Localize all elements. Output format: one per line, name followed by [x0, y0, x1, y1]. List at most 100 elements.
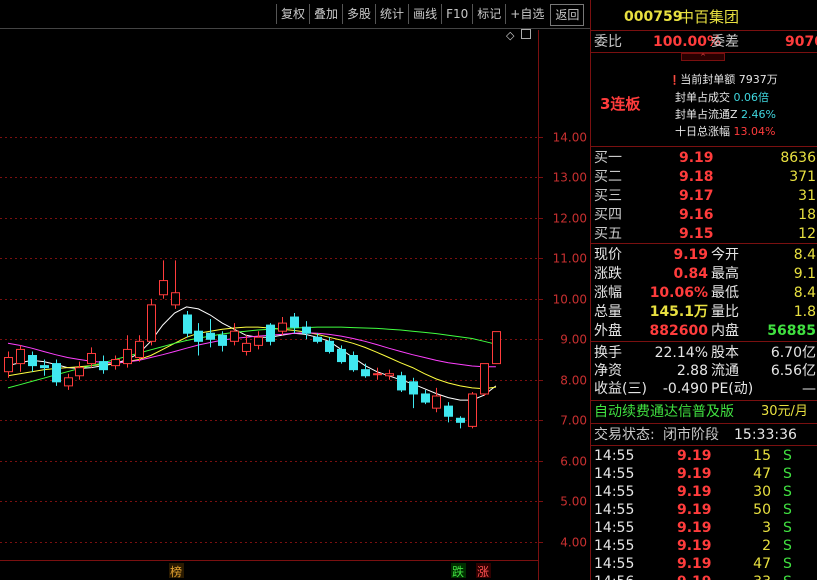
candle-body: [183, 314, 192, 334]
candle-body: [171, 292, 180, 306]
zuigao-value: 9.1: [793, 266, 816, 282]
liutong-label: 流通: [711, 363, 739, 379]
candle-body: [99, 361, 108, 371]
seal-float-row: 封单占流通Z 2.46%: [675, 108, 776, 121]
chart-toolbar: 复权 叠加 多股 统计 画线 F10 标记 +自选 返回: [276, 4, 585, 26]
zuidi-value: 8.4: [793, 285, 816, 301]
price-axis: 14.00 13.00 12.00 11.00 10.00 9.00 8.00 7.00 6.0…: [538, 131, 587, 550]
subscription-ad[interactable]: 自动续费通达信普及版 30元/月: [591, 402, 817, 422]
jinkai-value: 8.4: [793, 247, 816, 263]
candle-body: [206, 332, 215, 340]
bid-price: 9.19: [679, 150, 714, 166]
kline-chart-area[interactable]: 14.00 13.00 12.00 11.00 10.00 9.00 8.00 7.00 6.0…: [0, 0, 590, 580]
candle-body: [159, 280, 168, 296]
bid-volume: 12: [798, 226, 816, 242]
tick-time: 14:56: [594, 573, 634, 580]
quote-panel: 000759 中百集团 委比 100.00% 委差 9070 ^ 3连板 ❗当前…: [590, 0, 817, 580]
candle-body: [432, 395, 441, 409]
flame-icon: ❗: [669, 76, 681, 86]
tick-volume: 3: [762, 520, 771, 536]
overlay-button[interactable]: 叠加: [309, 4, 342, 24]
bid-volume: 371: [789, 169, 816, 185]
back-button[interactable]: 返回: [550, 4, 585, 26]
event-marker: 跌: [452, 564, 464, 579]
xianjia-value: 9.19: [673, 247, 708, 263]
tick-side: S: [783, 573, 792, 580]
collapse-icon[interactable]: [521, 29, 531, 39]
tick-time: 14:55: [594, 520, 635, 536]
expand-toggle[interactable]: ^: [681, 53, 725, 61]
multi-stock-button[interactable]: 多股: [342, 4, 375, 24]
f10-button[interactable]: F10: [441, 4, 472, 24]
candle-body: [278, 322, 287, 332]
jingzi-value: 2.88: [676, 363, 708, 379]
candle-body: [254, 336, 263, 346]
candle: [361, 363, 370, 378]
candle: [242, 335, 251, 356]
chart-grid: [0, 28, 590, 580]
candle-body: [266, 324, 275, 342]
diamond-icon[interactable]: ◇: [506, 29, 514, 42]
candle-body: [40, 365, 49, 369]
quote-row: 总量 145.1万 量比 1.8: [591, 303, 817, 321]
bid-row: 买四 9.16 18: [591, 206, 817, 224]
bid-label: 买四: [594, 207, 622, 223]
bid-row: 买一 9.19 8636: [591, 149, 817, 167]
y-tick-label: 10.00: [553, 293, 587, 307]
ma20-line: [7, 332, 496, 368]
tick-volume: 30: [753, 484, 771, 500]
candle: [52, 359, 61, 386]
zhangfu-label: 涨幅: [594, 285, 622, 301]
ad-text[interactable]: 自动续费通达信普及版: [594, 402, 734, 422]
guben-value: 6.70亿: [770, 345, 816, 361]
stock-code: 000759: [624, 9, 683, 25]
event-marker: 榜: [170, 564, 182, 579]
candle-body: [492, 331, 501, 365]
candle-body: [52, 363, 61, 383]
zhangdie-value: 0.84: [673, 266, 708, 282]
candle: [230, 323, 239, 346]
stock-header: 000759 中百集团: [591, 7, 817, 27]
status-value: 闭市阶段: [663, 427, 719, 443]
statistics-button[interactable]: 统计: [375, 4, 408, 24]
pe-value: —: [802, 381, 816, 397]
candle: [456, 416, 465, 429]
tick-price: 9.19: [677, 556, 712, 572]
kline-chart[interactable]: 14.00 13.00 12.00 11.00 10.00 9.00 8.00 7.00 6.0…: [0, 0, 590, 580]
candle: [123, 335, 132, 368]
bid-row: 买二 9.18 371: [591, 168, 817, 186]
candle: [159, 260, 168, 299]
tick-volume: 47: [753, 466, 771, 482]
candle-body: [111, 359, 120, 367]
candle-body: [4, 357, 13, 373]
tick-time: 14:55: [594, 484, 635, 500]
mark-button[interactable]: 标记: [472, 4, 505, 24]
candle-body: [290, 316, 299, 328]
zhangdie-label: 涨跌: [594, 266, 622, 282]
draw-line-button[interactable]: 画线: [408, 4, 441, 24]
candle-body: [409, 381, 418, 395]
weicha-value: 9070: [785, 34, 817, 50]
tick-price: 9.19: [677, 448, 712, 464]
ad-price[interactable]: 30元/月: [761, 402, 808, 422]
add-watchlist-button[interactable]: +自选: [505, 4, 548, 24]
jinkai-label: 今开: [711, 247, 739, 263]
pe-label: PE(动): [711, 381, 754, 397]
quote-row: 外盘 882600 内盘 56885: [591, 322, 817, 340]
candle-body: [480, 363, 489, 395]
candlesticks: [4, 260, 501, 429]
y-tick-label: 12.00: [553, 212, 587, 226]
candle: [302, 321, 311, 340]
tick-price: 9.19: [677, 538, 712, 554]
moving-average-lines: [7, 306, 497, 401]
trade-status-row: 交易状态: 闭市阶段 15:33:36: [594, 427, 797, 443]
fuquan-button[interactable]: 复权: [276, 4, 309, 24]
seal-amount-row: ❗当前封单额 7937万: [669, 73, 778, 86]
bid-label: 买一: [594, 150, 622, 166]
candle: [171, 260, 180, 309]
bid-price: 9.16: [679, 207, 714, 223]
y-tick-label: 6.00: [560, 455, 587, 469]
candle-body: [444, 405, 453, 417]
bid-label: 买二: [594, 169, 622, 185]
candle-body: [147, 304, 156, 342]
